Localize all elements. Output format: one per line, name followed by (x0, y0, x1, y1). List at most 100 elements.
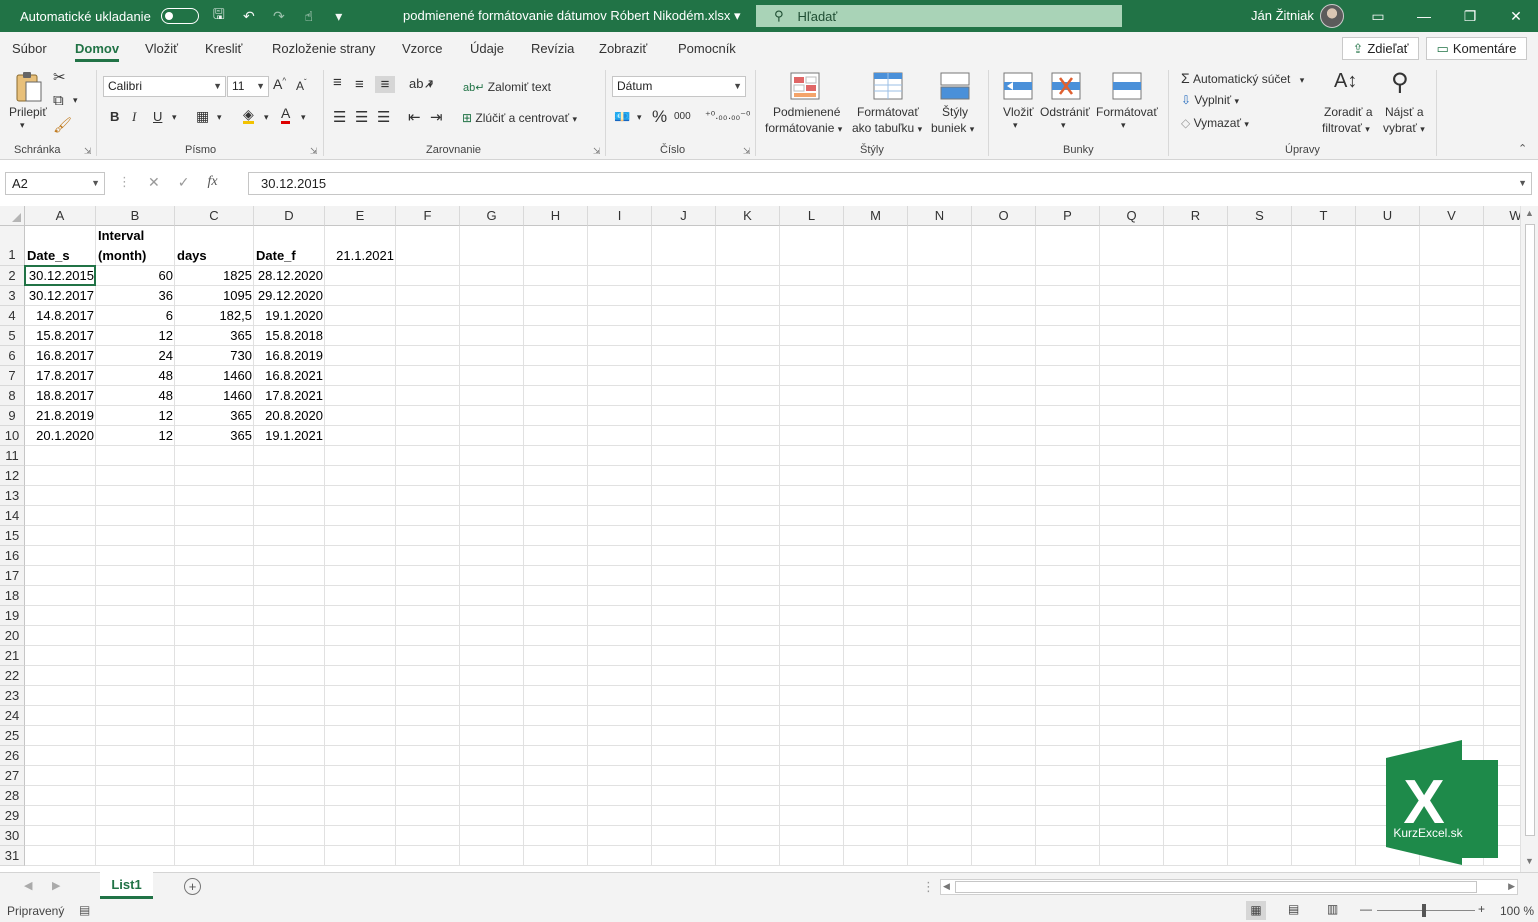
paste-icon[interactable] (14, 70, 44, 104)
formula-input[interactable]: 30.12.2015 ▼ (248, 172, 1532, 195)
cell-d5[interactable]: 15.8.2018 (254, 326, 325, 346)
comments-button[interactable]: ▭ Komentáre (1426, 37, 1527, 60)
scroll-right-icon[interactable]: ▶ (1508, 881, 1515, 892)
find-select-label-1[interactable]: Nájsť a (1385, 105, 1424, 119)
delete-cells-icon[interactable] (1051, 72, 1081, 100)
underline-dropdown-icon[interactable]: ▾ (172, 112, 177, 123)
zoom-out-icon[interactable]: — (1360, 902, 1372, 916)
column-header-k[interactable]: K (716, 206, 780, 226)
column-header-a[interactable]: A (25, 206, 96, 226)
autosave-toggle[interactable] (160, 8, 199, 24)
row-header-16[interactable]: 16 (0, 546, 25, 566)
copy-dropdown-icon[interactable]: ▾ (73, 95, 78, 106)
cell-b1[interactable]: Interval (96, 226, 175, 246)
increase-decimal-icon[interactable]: ⁺⁰.₀₀ (705, 109, 727, 122)
next-sheet-icon[interactable]: ▶ (52, 879, 60, 892)
row-header-4[interactable]: 4 (0, 306, 25, 326)
cell-d2[interactable]: 28.12.2020 (254, 266, 325, 286)
sort-filter-label-2[interactable]: filtrovať ▾ (1322, 121, 1370, 135)
column-header-m[interactable]: M (844, 206, 908, 226)
cell-styles-label-2[interactable]: buniek ▾ (931, 121, 974, 135)
row-header-11[interactable]: 11 (0, 446, 25, 466)
paste-dropdown-icon[interactable]: ▾ (20, 120, 25, 131)
decrease-font-icon[interactable]: Aˇ (296, 78, 307, 93)
column-header-j[interactable]: J (652, 206, 716, 226)
column-header-w[interactable]: W (1484, 206, 1520, 226)
name-box[interactable]: A2 ▼ (5, 172, 105, 195)
row-header-9[interactable]: 9 (0, 406, 25, 426)
column-header-c[interactable]: C (175, 206, 254, 226)
worksheet-grid[interactable]: A B C D E F G H I J K L M N O P Q R S T U V W 1 2 3 4 5 6 7 8 9 10 11 12 13… (0, 206, 1520, 868)
conditional-formatting-label-2[interactable]: formátovanie ▾ (765, 121, 842, 135)
tab-formulas[interactable]: Vzorce (402, 41, 442, 56)
column-header-g[interactable]: G (460, 206, 524, 226)
sheet-tab-list1[interactable]: List1 (100, 872, 153, 899)
scroll-left-icon[interactable]: ◀ (943, 881, 950, 892)
column-header-d[interactable]: D (254, 206, 325, 226)
font-launcher-icon[interactable]: ⇲ (310, 146, 318, 157)
vertical-scrollbar[interactable]: ▲ ▼ (1520, 206, 1538, 872)
row-header-26[interactable]: 26 (0, 746, 25, 766)
search-box[interactable]: ⚲ Hľadať (756, 5, 1122, 27)
row-header-23[interactable]: 23 (0, 686, 25, 706)
orientation-dropdown-icon[interactable]: ▾ (428, 80, 433, 91)
font-name-combo[interactable]: Calibri ▼ (103, 76, 226, 97)
undo-icon[interactable]: ↶ (239, 8, 259, 25)
fill-color-dropdown-icon[interactable]: ▾ (264, 112, 269, 123)
share-button[interactable]: ⇪ Zdieľať (1342, 37, 1419, 60)
cut-icon[interactable]: ✂ (53, 68, 66, 86)
comma-style-button[interactable]: 000 (674, 111, 691, 122)
row-header-6[interactable]: 6 (0, 346, 25, 366)
row-header-5[interactable]: 5 (0, 326, 25, 346)
cell-a3[interactable]: 30.12.2017 (25, 286, 96, 306)
font-color-dropdown-icon[interactable]: ▾ (301, 112, 306, 123)
autosum-button[interactable]: Σ Automatický súčet ▾ (1181, 70, 1304, 86)
column-header-o[interactable]: O (972, 206, 1036, 226)
cell-b6[interactable]: 24 (96, 346, 175, 366)
column-header-f[interactable]: F (396, 206, 460, 226)
row-header-10[interactable]: 10 (0, 426, 25, 446)
cell-b10[interactable]: 12 (96, 426, 175, 446)
cell-styles-label-1[interactable]: Štýly (942, 105, 968, 119)
insert-dropdown-icon[interactable]: ▾ (1013, 120, 1018, 131)
zoom-slider-thumb[interactable] (1422, 904, 1426, 917)
row-header-12[interactable]: 12 (0, 466, 25, 486)
cell-c10[interactable]: 365 (175, 426, 254, 446)
previous-sheet-icon[interactable]: ◀ (24, 879, 32, 892)
tab-data[interactable]: Údaje (470, 41, 504, 56)
format-cells-icon[interactable] (1112, 72, 1142, 100)
borders-dropdown-icon[interactable]: ▾ (217, 112, 222, 123)
bold-button[interactable]: B (110, 109, 119, 124)
row-header-20[interactable]: 20 (0, 626, 25, 646)
accounting-dropdown-icon[interactable]: ▾ (637, 112, 642, 123)
horizontal-scrollbar[interactable]: ◀ ▶ (940, 879, 1518, 895)
cell-a1[interactable]: Date_s (25, 246, 96, 266)
redo-icon[interactable]: ↷ (269, 8, 289, 25)
cell-d9[interactable]: 20.8.2020 (254, 406, 325, 426)
column-header-q[interactable]: Q (1100, 206, 1164, 226)
macro-record-icon[interactable]: ▤ (79, 903, 90, 917)
row-header-13[interactable]: 13 (0, 486, 25, 506)
align-center-icon[interactable]: ☰ (355, 108, 368, 126)
increase-indent-icon[interactable]: ⇥ (430, 108, 443, 126)
select-all-corner[interactable] (0, 206, 25, 226)
cell-a5[interactable]: 15.8.2017 (25, 326, 96, 346)
format-as-table-label-1[interactable]: Formátovať (857, 105, 919, 119)
column-header-t[interactable]: T (1292, 206, 1356, 226)
add-sheet-icon[interactable]: + (184, 878, 201, 895)
cell-b1[interactable]: (month) (96, 246, 175, 266)
column-header-e[interactable]: E (325, 206, 396, 226)
number-launcher-icon[interactable]: ⇲ (743, 146, 751, 157)
borders-icon[interactable]: ▦ (196, 108, 209, 125)
cell-a4[interactable]: 14.8.2017 (25, 306, 96, 326)
cell-a8[interactable]: 18.8.2017 (25, 386, 96, 406)
cell-a7[interactable]: 17.8.2017 (25, 366, 96, 386)
row-header-28[interactable]: 28 (0, 786, 25, 806)
touch-mode-icon[interactable]: ☝ (299, 8, 319, 25)
cell-c7[interactable]: 1460 (175, 366, 254, 386)
fill-button[interactable]: ⇩ Vyplniť ▾ (1181, 93, 1239, 107)
column-header-v[interactable]: V (1420, 206, 1484, 226)
conditional-formatting-icon[interactable] (790, 72, 820, 100)
underline-button[interactable]: U (153, 109, 162, 124)
zoom-level[interactable]: 100 % (1500, 904, 1534, 918)
